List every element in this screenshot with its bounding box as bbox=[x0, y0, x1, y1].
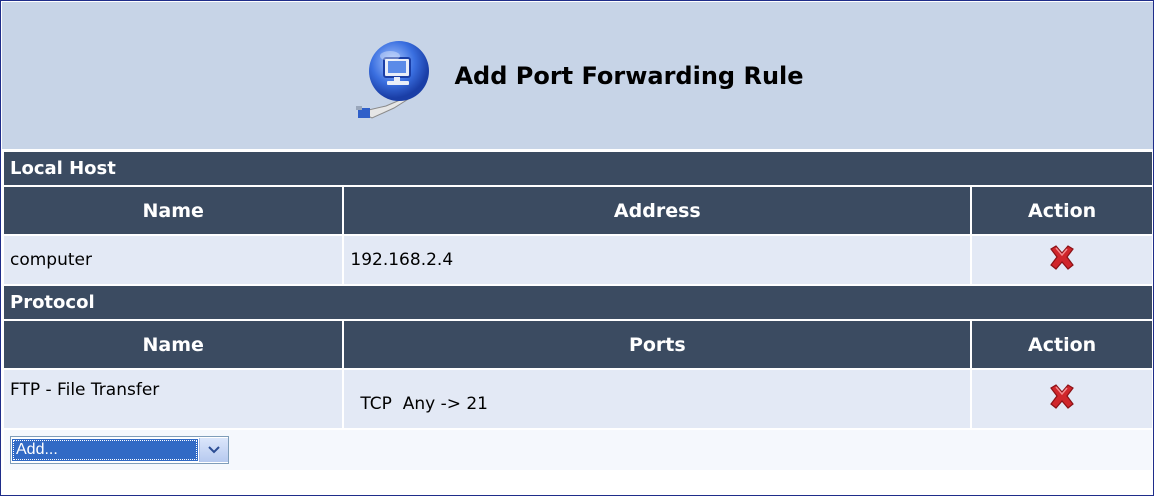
protocol-ports-text: TCP Any -> 21 bbox=[360, 394, 488, 414]
add-protocol-cell: Add... bbox=[4, 430, 1152, 470]
section-label-protocol: Protocol bbox=[4, 286, 1152, 319]
table-row: FTP - File Transfer TCP Any -> 21 bbox=[4, 370, 1152, 428]
column-header-action: Action bbox=[972, 187, 1152, 234]
column-header-name: Name bbox=[4, 187, 343, 234]
protocol-column-headers: Name Ports Action bbox=[4, 321, 1152, 368]
local-host-action-cell bbox=[972, 236, 1152, 284]
column-header-name: Name bbox=[4, 321, 343, 368]
local-host-name: computer bbox=[4, 236, 343, 284]
table-row: computer 192.168.2.4 bbox=[4, 236, 1152, 284]
column-header-action: Action bbox=[972, 321, 1152, 368]
protocol-action-cell bbox=[972, 370, 1152, 428]
add-protocol-row: Add... bbox=[4, 430, 1152, 470]
dialog-header: Add Port Forwarding Rule bbox=[2, 2, 1153, 149]
column-header-address: Address bbox=[344, 187, 971, 234]
page-title: Add Port Forwarding Rule bbox=[454, 61, 804, 90]
section-header-local-host: Local Host bbox=[4, 152, 1152, 185]
rule-table: Local Host Name Address Action computer … bbox=[2, 150, 1153, 472]
local-host-column-headers: Name Address Action bbox=[4, 187, 1152, 234]
section-header-protocol: Protocol bbox=[4, 286, 1152, 319]
local-host-address: 192.168.2.4 bbox=[344, 236, 971, 284]
section-label-local-host: Local Host bbox=[4, 152, 1152, 185]
chevron-down-icon[interactable] bbox=[199, 438, 228, 462]
protocol-ports: TCP Any -> 21 bbox=[344, 370, 971, 428]
network-computer-icon bbox=[342, 26, 442, 126]
port-forwarding-dialog: Add Port Forwarding Rule Local Host Name… bbox=[0, 0, 1154, 496]
select-value: Add... bbox=[12, 439, 198, 461]
delete-icon[interactable] bbox=[1045, 382, 1079, 412]
protocol-name: FTP - File Transfer bbox=[4, 370, 343, 428]
column-header-ports: Ports bbox=[344, 321, 971, 368]
delete-icon[interactable] bbox=[1045, 243, 1079, 273]
add-protocol-select[interactable]: Add... bbox=[10, 436, 229, 464]
